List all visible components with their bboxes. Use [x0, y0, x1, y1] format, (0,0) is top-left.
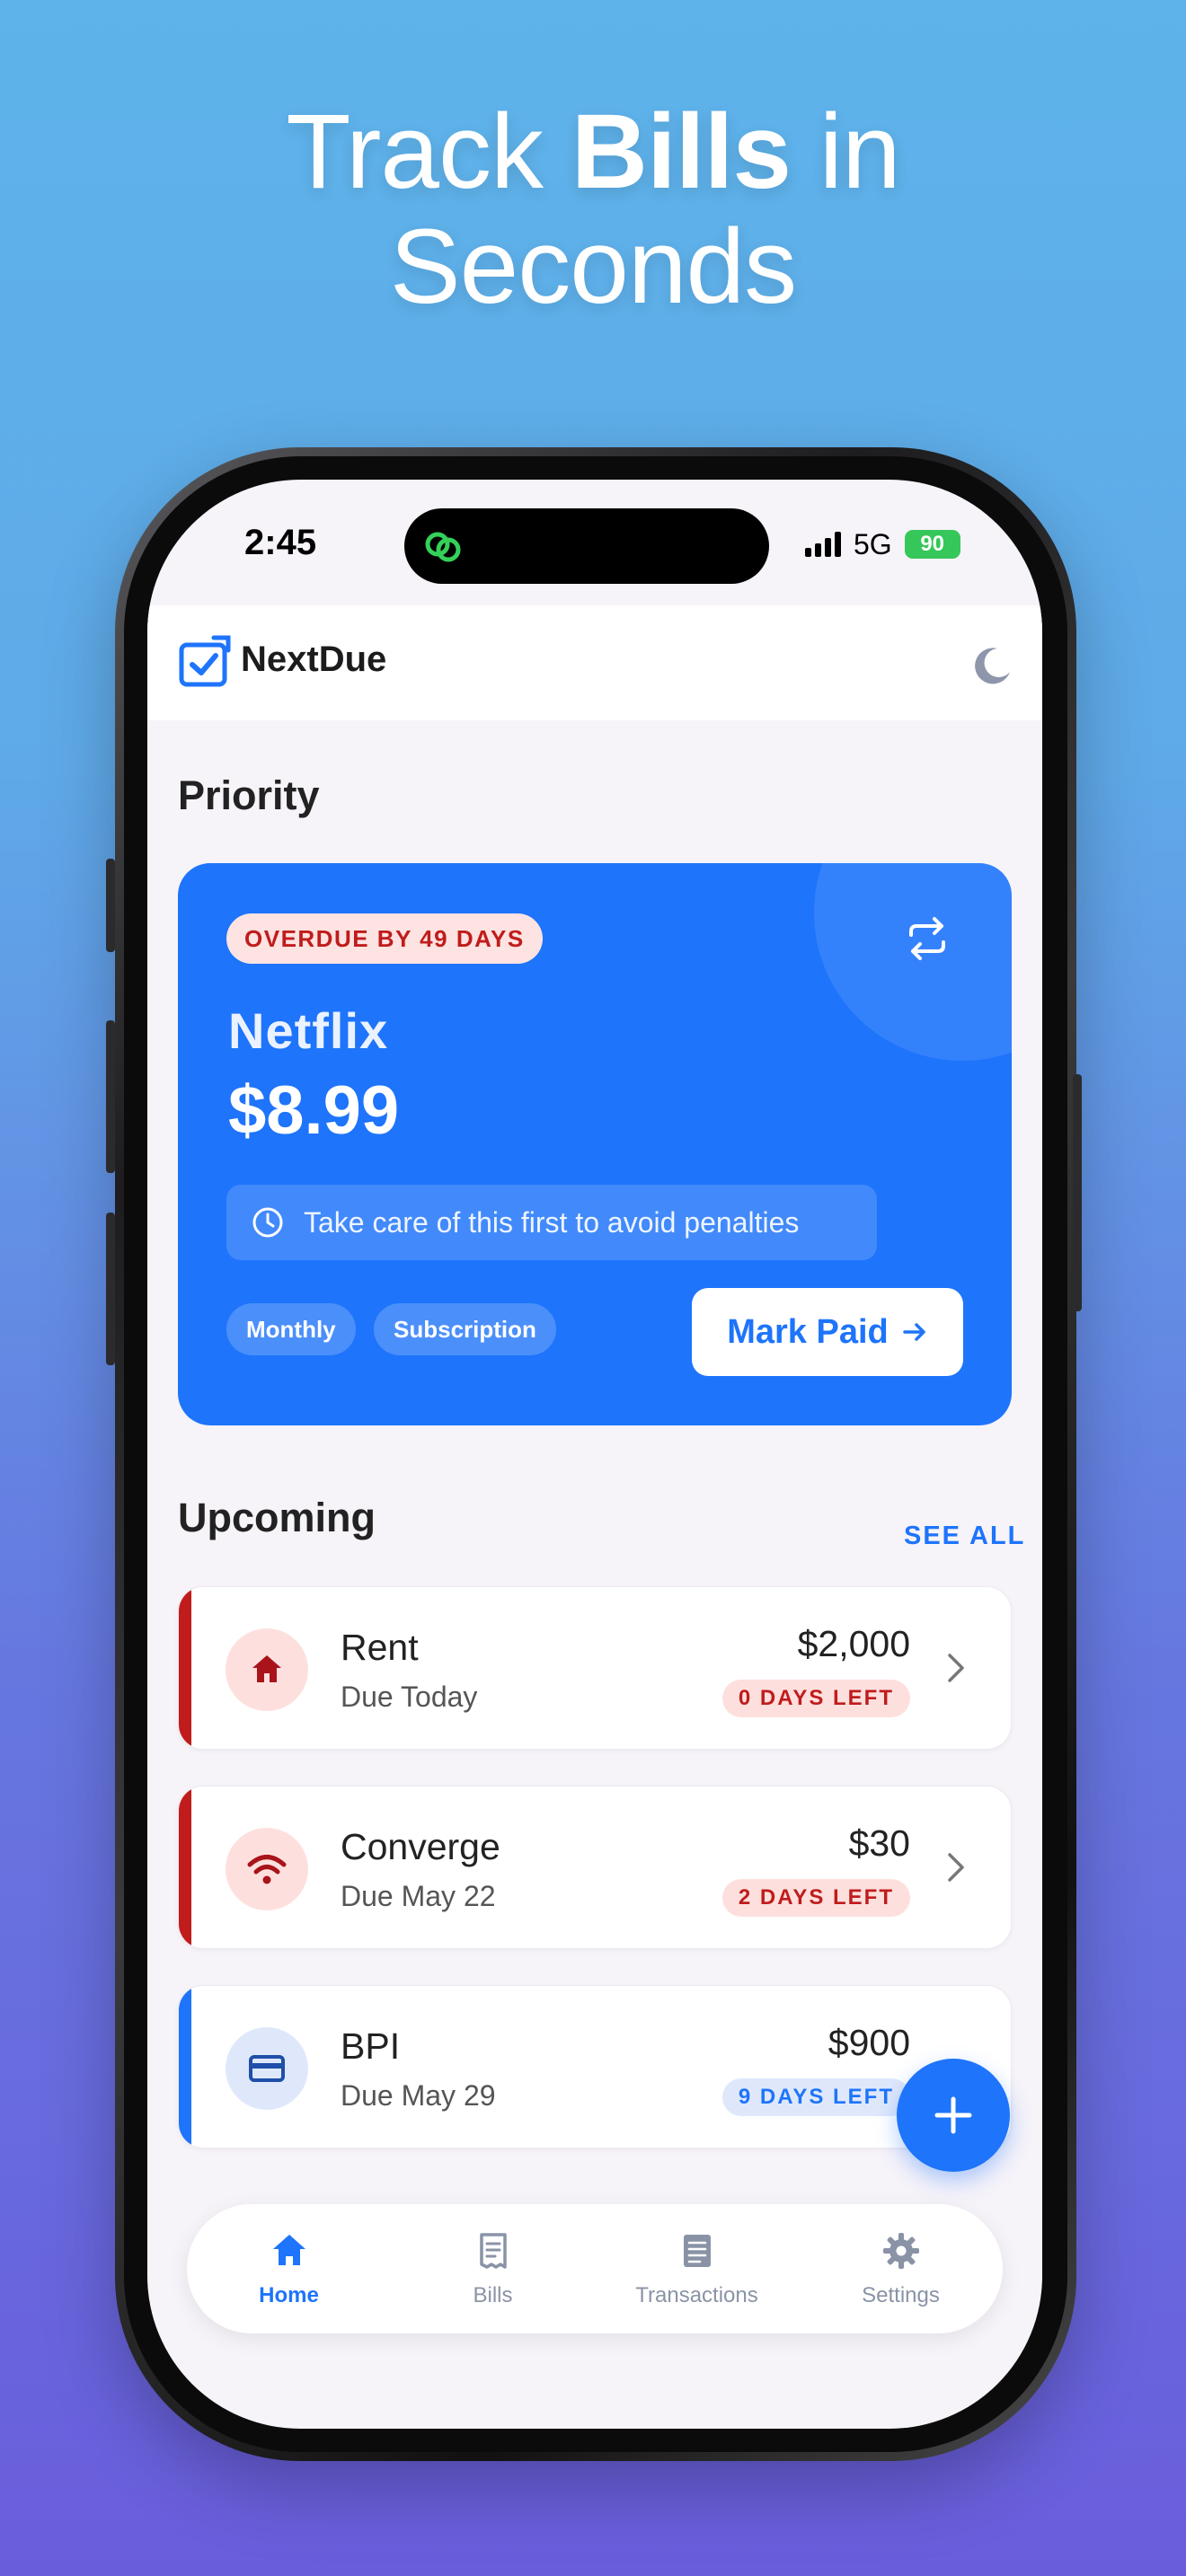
wifi-icon [247, 1855, 287, 1884]
bill-avatar [226, 1828, 308, 1910]
status-time: 2:45 [244, 523, 317, 562]
bill-due: Due May 29 [341, 2079, 496, 2112]
bill-due: Due May 22 [341, 1880, 496, 1912]
app-name: NextDue [241, 640, 387, 679]
tab-label: Bills [473, 2283, 513, 2307]
status-indicators: 5G 90 [805, 526, 960, 562]
plus-icon [934, 2096, 972, 2134]
priority-bill-name: Netflix [228, 1002, 389, 1059]
headline-line-2: Seconds [389, 207, 797, 326]
bill-amount: $30 [848, 1822, 910, 1864]
battery-level: 90 [920, 532, 945, 556]
upcoming-section-title: Upcoming [178, 1495, 376, 1540]
tab-bills[interactable]: Bills [391, 2204, 595, 2333]
calendar-check-icon [179, 635, 231, 687]
tag-category: Subscription [374, 1303, 556, 1355]
add-bill-button[interactable] [897, 2059, 1010, 2172]
mark-paid-label: Mark Paid [727, 1312, 889, 1351]
tab-label: Transactions [635, 2283, 758, 2307]
tab-label: Settings [862, 2283, 940, 2307]
see-all-link[interactable]: SEE ALL [904, 1522, 1025, 1551]
tip-text: Take care of this first to avoid penalti… [304, 1206, 800, 1239]
home-icon [273, 2235, 305, 2265]
credit-card-icon [249, 2055, 285, 2082]
marketing-headline: Track Bills in Seconds [0, 94, 1186, 324]
moon-icon[interactable] [972, 645, 1012, 684]
bill-avatar [226, 2027, 308, 2110]
list-item[interactable]: Rent Due Today $2,000 0 DAYS LEFT [178, 1586, 1012, 1750]
tip-box: Take care of this first to avoid penalti… [226, 1185, 877, 1260]
tab-transactions[interactable]: Transactions [595, 2204, 799, 2333]
network-type: 5G [854, 527, 892, 560]
status-accent [179, 1986, 191, 2148]
list-item[interactable]: Converge Due May 22 $30 2 DAYS LEFT [178, 1786, 1012, 1949]
status-accent [179, 1786, 191, 1948]
days-left-badge: 0 DAYS LEFT [721, 1680, 910, 1717]
bill-avatar [226, 1628, 308, 1711]
volume-up-button [106, 1020, 115, 1173]
bill-due: Due Today [341, 1681, 478, 1713]
bill-name: Converge [341, 1826, 500, 1867]
headline-line-1: Track Bills in [286, 93, 900, 211]
days-left-badge: 2 DAYS LEFT [721, 1879, 910, 1917]
tab-label: Home [259, 2283, 319, 2307]
gear-icon [883, 2233, 919, 2269]
signal-icon [805, 532, 841, 557]
battery-icon: 90 [904, 530, 960, 559]
volume-down-button [106, 1213, 115, 1365]
power-button [1073, 1074, 1082, 1311]
list-item[interactable]: BPI Due May 29 $900 9 DAYS LEFT [178, 1985, 1012, 2148]
receipt-icon [480, 2233, 507, 2269]
priority-section-title: Priority [178, 772, 320, 818]
priority-card[interactable]: OVERDUE BY 49 DAYS Netflix $8.99 Take ca… [178, 863, 1012, 1425]
chevron-right-icon [948, 1853, 964, 1882]
bill-amount: $2,000 [797, 1623, 910, 1664]
phone-screen: 2:45 5G 90 NextDue Priority OVERDUE BY 4… [147, 480, 1042, 2429]
days-left-badge: 9 DAYS LEFT [721, 2078, 910, 2116]
dynamic-island [404, 508, 769, 584]
priority-bill-amount: $8.99 [228, 1072, 400, 1149]
bill-name: BPI [341, 2025, 401, 2067]
mark-paid-button[interactable]: Mark Paid [692, 1288, 963, 1376]
chevron-right-icon [948, 1654, 964, 1682]
clock-icon [252, 1207, 283, 1238]
bill-amount: $900 [828, 2022, 910, 2063]
bottom-tab-bar: Home Bills Transactions Settings [187, 2204, 1003, 2333]
tag-frequency: Monthly [226, 1303, 356, 1355]
status-accent [179, 1587, 191, 1749]
home-icon [252, 1655, 281, 1682]
overdue-badge: OVERDUE BY 49 DAYS [226, 913, 543, 964]
app-header: NextDue [147, 605, 1042, 720]
action-button [106, 859, 115, 952]
tab-settings[interactable]: Settings [799, 2204, 1003, 2333]
arrow-right-icon [903, 1323, 925, 1341]
repeat-icon[interactable] [906, 913, 949, 964]
bill-name: Rent [341, 1627, 419, 1668]
tab-home[interactable]: Home [187, 2204, 391, 2333]
link-icon [425, 532, 461, 562]
list-icon [684, 2235, 711, 2267]
